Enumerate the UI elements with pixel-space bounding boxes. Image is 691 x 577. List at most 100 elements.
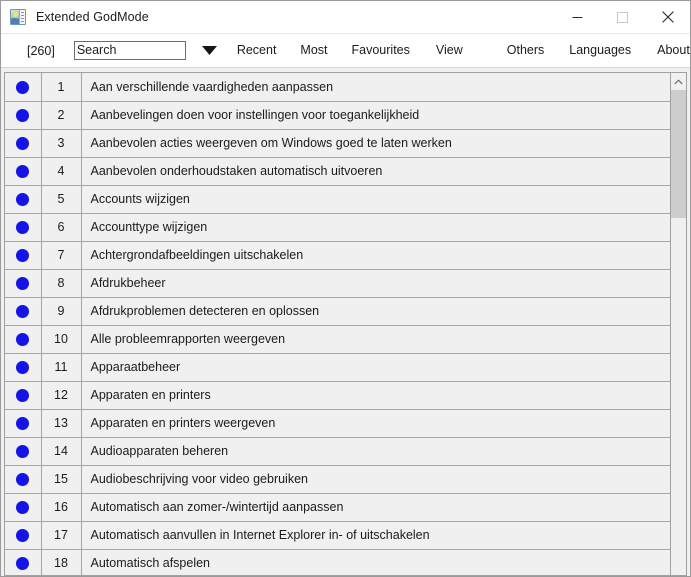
row-label-cell[interactable]: Alle probleemrapporten weergeven [81, 325, 670, 354]
title-bar: Extended GodMode [1, 1, 690, 34]
table-row[interactable]: 6 Accounttype wijzigen [5, 213, 670, 242]
vertical-scrollbar[interactable] [670, 72, 687, 576]
table-row[interactable]: 17 Automatisch aanvullen in Internet Expl… [5, 521, 670, 550]
row-label-cell[interactable]: Afdrukbeheer [81, 269, 670, 298]
row-number-cell: 15 [41, 465, 82, 494]
bullet-icon [16, 529, 30, 543]
row-bullet-cell[interactable] [5, 213, 42, 242]
row-label-cell[interactable]: Automatisch aanvullen in Internet Explor… [81, 521, 670, 550]
table-row[interactable]: 18 Automatisch afspelen [5, 549, 670, 575]
menu-item-most[interactable]: Most [300, 41, 327, 60]
row-label: Automatisch afspelen [90, 556, 211, 570]
row-bullet-cell[interactable] [5, 129, 42, 158]
items-grid: 1 Aan verschillende vaardigheden aanpasse… [5, 73, 670, 575]
row-label-cell[interactable]: Aanbevelingen doen voor instellingen voo… [81, 101, 670, 130]
table-row[interactable]: 11 Apparaatbeheer [5, 353, 670, 382]
row-number-cell: 1 [41, 73, 82, 102]
menu-item-others[interactable]: Others [507, 41, 545, 60]
row-bullet-cell[interactable] [5, 353, 42, 382]
menu-item-view[interactable]: View [436, 41, 463, 60]
window-title: Extended GodMode [36, 10, 149, 24]
table-row[interactable]: 10 Alle probleemrapporten weergeven [5, 325, 670, 354]
row-number-cell: 10 [41, 325, 82, 354]
table-row[interactable]: 15 Audiobeschrijving voor video gebruiken [5, 465, 670, 494]
row-label-cell[interactable]: Audiobeschrijving voor video gebruiken [81, 465, 670, 494]
row-bullet-cell[interactable] [5, 521, 42, 550]
row-label-cell[interactable]: Automatisch afspelen [81, 549, 670, 575]
close-button[interactable] [645, 1, 690, 33]
table-row[interactable]: 13 Apparaten en printers weergeven [5, 409, 670, 438]
row-number-cell: 2 [41, 101, 82, 130]
row-label-cell[interactable]: Accounttype wijzigen [81, 213, 670, 242]
row-label-cell[interactable]: Achtergrondafbeeldingen uitschakelen [81, 241, 670, 270]
table-row[interactable]: 2 Aanbevelingen doen voor instellingen vo… [5, 101, 670, 130]
bullet-icon [16, 221, 30, 235]
row-label: Apparaten en printers [90, 388, 211, 402]
table-row[interactable]: 12 Apparaten en printers [5, 381, 670, 410]
table-row[interactable]: 7 Achtergrondafbeeldingen uitschakelen [5, 241, 670, 270]
bullet-icon [16, 80, 30, 94]
minimize-icon [572, 16, 583, 18]
row-label-cell[interactable]: Automatisch aan zomer-/wintertijd aanpas… [81, 493, 670, 522]
row-bullet-cell[interactable] [5, 465, 42, 494]
table-row[interactable]: 9 Afdrukproblemen detecteren en oplossen [5, 297, 670, 326]
row-label-cell[interactable]: Audioapparaten beheren [81, 437, 670, 466]
table-row[interactable]: 16 Automatisch aan zomer-/wintertijd aanp… [5, 493, 670, 522]
menu-item-about[interactable]: About [657, 41, 690, 60]
table-row[interactable]: 4 Aanbevolen onderhoudstaken automatisch … [5, 157, 670, 186]
row-bullet-cell[interactable] [5, 269, 42, 298]
menu-item-languages[interactable]: Languages [569, 41, 631, 60]
chevron-down-glyph [202, 46, 218, 55]
bullet-icon [16, 165, 30, 179]
row-label-cell[interactable]: Apparaten en printers weergeven [81, 409, 670, 438]
bullet-icon [16, 417, 30, 431]
row-bullet-cell[interactable] [5, 73, 42, 102]
row-bullet-cell[interactable] [5, 185, 42, 214]
row-label-cell[interactable]: Aan verschillende vaardigheden aanpassen [81, 73, 670, 102]
row-bullet-cell[interactable] [5, 157, 42, 186]
row-label: Apparaten en printers weergeven [90, 416, 276, 430]
row-label-cell[interactable]: Afdrukproblemen detecteren en oplossen [81, 297, 670, 326]
menu-item-favourites[interactable]: Favourites [352, 41, 410, 60]
search-input[interactable] [73, 41, 186, 60]
table-row[interactable]: 5 Accounts wijzigen [5, 185, 670, 214]
row-label-cell[interactable]: Aanbevolen acties weergeven om Windows g… [81, 129, 670, 158]
row-bullet-cell[interactable] [5, 297, 42, 326]
row-bullet-cell[interactable] [5, 381, 42, 410]
scrollbar-track[interactable] [671, 90, 686, 575]
scroll-up-button[interactable] [671, 73, 686, 90]
row-bullet-cell[interactable] [5, 409, 42, 438]
row-bullet-cell[interactable] [5, 101, 42, 130]
maximize-button[interactable] [600, 1, 645, 33]
row-number-cell: 6 [41, 213, 82, 242]
row-label: Accounttype wijzigen [90, 220, 208, 234]
row-number-cell: 16 [41, 493, 82, 522]
toolbar: [260] Recent Most Favourites View Others… [1, 34, 690, 68]
table-row[interactable]: 8 Afdrukbeheer [5, 269, 670, 298]
bullet-icon [16, 557, 30, 571]
app-image-icon [10, 9, 26, 25]
table-row[interactable]: 1 Aan verschillende vaardigheden aanpasse… [5, 73, 670, 102]
row-bullet-cell[interactable] [5, 241, 42, 270]
row-label: Apparaatbeheer [90, 360, 181, 374]
items-grid-container: 1 Aan verschillende vaardigheden aanpasse… [4, 72, 670, 576]
maximize-icon [617, 11, 628, 23]
row-label-cell[interactable]: Apparaten en printers [81, 381, 670, 410]
bullet-icon [16, 277, 30, 291]
row-label-cell[interactable]: Aanbevolen onderhoudstaken automatisch u… [81, 157, 670, 186]
row-bullet-cell[interactable] [5, 437, 42, 466]
minimize-button[interactable] [555, 1, 600, 33]
table-row[interactable]: 14 Audioapparaten beheren [5, 437, 670, 466]
row-bullet-cell[interactable] [5, 325, 42, 354]
row-label-cell[interactable]: Accounts wijzigen [81, 185, 670, 214]
row-label-cell[interactable]: Apparaatbeheer [81, 353, 670, 382]
row-bullet-cell[interactable] [5, 549, 42, 575]
scrollbar-thumb[interactable] [671, 90, 686, 218]
menu-item-recent[interactable]: Recent [237, 41, 277, 60]
bullet-icon [16, 333, 30, 347]
table-row[interactable]: 3 Aanbevolen acties weergeven om Windows … [5, 129, 670, 158]
row-bullet-cell[interactable] [5, 493, 42, 522]
row-label: Aan verschillende vaardigheden aanpassen [90, 79, 334, 94]
items-grid-body: 1 Aan verschillende vaardigheden aanpasse… [5, 73, 670, 575]
chevron-down-icon[interactable] [200, 41, 220, 61]
